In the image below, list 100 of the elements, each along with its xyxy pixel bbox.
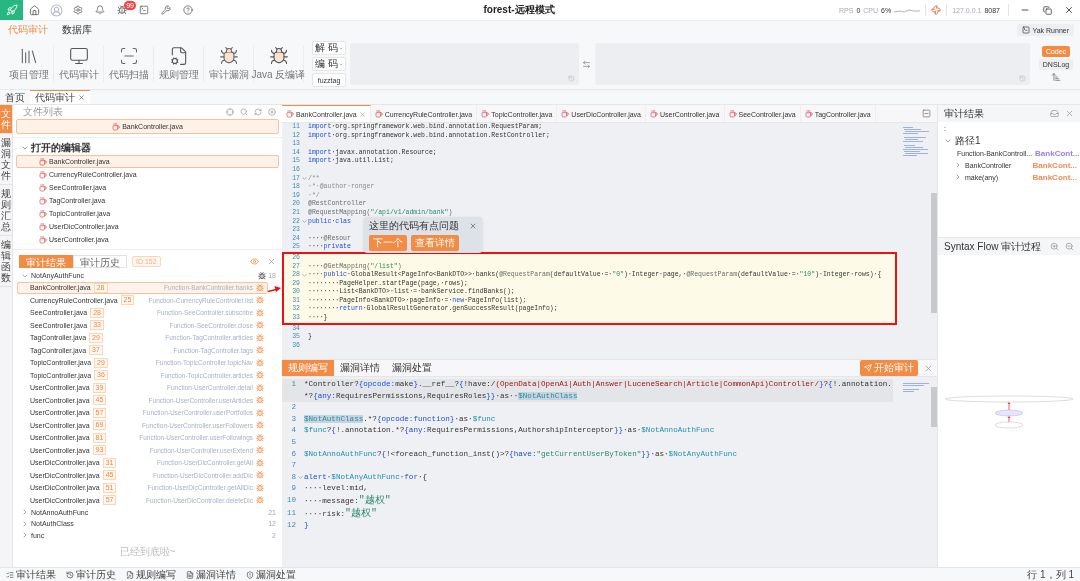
fold-icon[interactable] bbox=[300, 175, 308, 183]
monitor-icon bbox=[68, 46, 89, 66]
chevron-down-icon[interactable] bbox=[21, 144, 29, 152]
fold-icon[interactable] bbox=[300, 218, 308, 226]
encode-dropdown[interactable]: 编 码 bbox=[312, 57, 346, 71]
history-icon[interactable] bbox=[1019, 75, 1026, 82]
toolbar-button[interactable]: 代码扫描 bbox=[104, 46, 154, 82]
toolbar-button[interactable]: 代码审计 bbox=[54, 46, 104, 82]
cpu-sparkline bbox=[894, 6, 921, 14]
settings-icon[interactable] bbox=[73, 5, 83, 15]
decode-dropdown[interactable]: 解 码 bbox=[312, 41, 346, 55]
terminal-icon[interactable] bbox=[139, 5, 149, 15]
bug-icon[interactable] bbox=[256, 358, 264, 367]
fold-icon[interactable] bbox=[296, 474, 304, 482]
file-gear-icon bbox=[168, 46, 189, 66]
eye-icon[interactable] bbox=[250, 257, 259, 266]
bug-icon[interactable] bbox=[256, 371, 264, 380]
panel-title: 审计结果 bbox=[944, 106, 984, 121]
page-tab[interactable]: 首页 bbox=[0, 90, 30, 104]
sort-icon[interactable] bbox=[1051, 72, 1061, 82]
bug-icon[interactable] bbox=[256, 471, 264, 480]
bug-icon[interactable] bbox=[256, 408, 264, 417]
bell-icon[interactable] bbox=[95, 5, 105, 15]
menu-tab[interactable]: 数据库 bbox=[62, 23, 92, 37]
bug-icon[interactable] bbox=[256, 446, 264, 455]
status-item[interactable]: 漏洞详情 bbox=[186, 567, 236, 581]
details-icon bbox=[186, 570, 194, 579]
zoom-out-icon[interactable] bbox=[1065, 242, 1074, 251]
bug-icon[interactable] bbox=[256, 346, 264, 355]
app-logo[interactable] bbox=[0, 0, 23, 20]
path-label: 路径1 bbox=[955, 134, 981, 148]
chevron-right-icon[interactable] bbox=[21, 519, 29, 528]
bug-icon[interactable] bbox=[256, 396, 264, 405]
history-icon bbox=[66, 570, 74, 579]
fold-icon[interactable] bbox=[300, 271, 308, 279]
side-tab[interactable]: 规则汇总 bbox=[0, 185, 12, 236]
toolbar-button[interactable]: Java 反编译 bbox=[254, 46, 304, 82]
status-item[interactable]: 漏洞处置 bbox=[246, 567, 296, 581]
code-editor[interactable] bbox=[282, 123, 937, 359]
zoom-in-icon[interactable] bbox=[1050, 242, 1059, 251]
bug-icon[interactable] bbox=[256, 483, 264, 492]
bug-icon[interactable] bbox=[256, 433, 264, 442]
tools-icon[interactable] bbox=[161, 5, 171, 15]
bug-icon[interactable] bbox=[256, 296, 264, 305]
page-tab[interactable]: 代码审计 bbox=[30, 90, 90, 104]
source-label: BankCont... bbox=[1035, 148, 1080, 158]
locate-icon[interactable] bbox=[226, 108, 234, 116]
side-tab[interactable]: 漏洞文件 bbox=[0, 134, 12, 185]
status-item[interactable]: 审计历史 bbox=[66, 567, 116, 581]
bug-icon[interactable] bbox=[256, 321, 264, 330]
home-icon[interactable] bbox=[28, 4, 40, 16]
avatar-icon[interactable] bbox=[49, 3, 63, 17]
history-icon[interactable] bbox=[567, 75, 575, 82]
chevron-down-icon[interactable] bbox=[944, 137, 952, 145]
bug-icon[interactable] bbox=[117, 5, 127, 15]
bug-icon[interactable] bbox=[256, 383, 264, 392]
toolbar-button[interactable]: 规则管理 bbox=[154, 46, 204, 82]
scrollbar-thumb[interactable] bbox=[931, 387, 937, 427]
coffee-cup-icon bbox=[374, 110, 383, 118]
result-tab[interactable]: 审计历史 bbox=[73, 255, 127, 268]
refresh-icon[interactable] bbox=[254, 108, 262, 116]
coffee-cup-icon bbox=[286, 110, 294, 118]
chevron-right-icon[interactable] bbox=[21, 531, 29, 540]
bug-icon[interactable] bbox=[256, 308, 264, 317]
toolbar-button[interactable]: 项目管理 bbox=[4, 46, 54, 82]
collapse-icon[interactable] bbox=[922, 109, 931, 118]
results-icon bbox=[6, 570, 14, 579]
add-icon[interactable] bbox=[268, 108, 276, 116]
rule-tab[interactable]: 漏洞详情 bbox=[334, 360, 386, 376]
rule-editor[interactable] bbox=[282, 377, 937, 567]
bug-icon[interactable] bbox=[256, 421, 264, 430]
cursor-position: 行 1，列 1 bbox=[1027, 567, 1074, 581]
callout-arrow bbox=[268, 286, 281, 293]
search-icon[interactable] bbox=[240, 108, 248, 116]
scan-icon bbox=[118, 46, 139, 66]
minimap-drawing bbox=[903, 127, 929, 156]
inbox-icon[interactable] bbox=[1050, 109, 1059, 118]
close-icon[interactable] bbox=[78, 94, 85, 101]
output-field[interactable] bbox=[594, 43, 1030, 85]
bug-icon[interactable] bbox=[256, 283, 264, 292]
scrollbar-thumb[interactable] bbox=[931, 193, 937, 313]
source-label: BankCont... bbox=[1032, 160, 1077, 170]
rule-tab[interactable]: 漏洞处置 bbox=[386, 360, 438, 376]
help-icon[interactable] bbox=[183, 5, 193, 15]
bug-icon[interactable] bbox=[256, 458, 264, 467]
bug-icon[interactable] bbox=[256, 333, 264, 342]
window-title: forest-远程模式 bbox=[482, 3, 556, 17]
coffee-cup-icon bbox=[728, 110, 737, 118]
status-item[interactable]: 审计结果 bbox=[6, 567, 56, 581]
swap-icon[interactable] bbox=[582, 59, 592, 69]
bug-icon[interactable] bbox=[256, 496, 264, 505]
close-icon[interactable] bbox=[1064, 5, 1074, 15]
input-field[interactable] bbox=[350, 43, 579, 85]
side-tab[interactable]: 编辑函数 bbox=[0, 236, 12, 287]
panel-title: 文件列表 bbox=[23, 105, 63, 119]
chevron-right-icon[interactable] bbox=[21, 508, 29, 517]
handling-icon bbox=[246, 570, 254, 579]
restore-icon[interactable] bbox=[1042, 5, 1052, 15]
bug-icon bbox=[268, 46, 289, 66]
status-item[interactable]: 规则编写 bbox=[126, 567, 176, 581]
